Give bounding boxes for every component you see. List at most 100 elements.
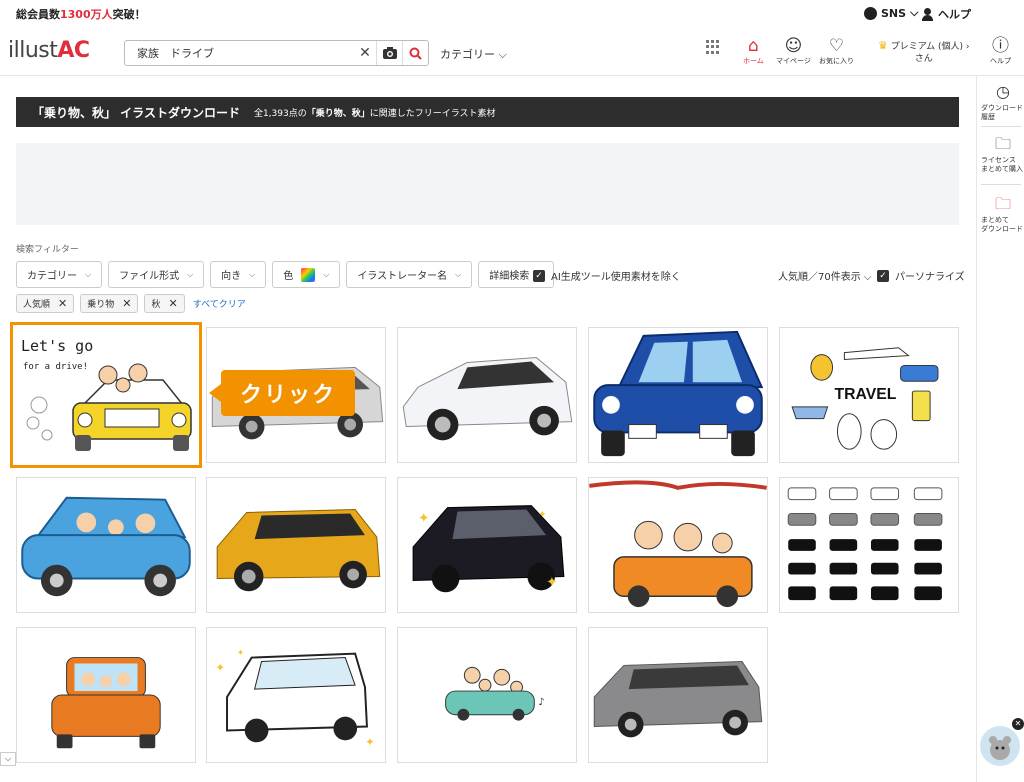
- chevron-down-icon: ⌵: [910, 6, 919, 19]
- checkbox-checked-icon: ✓: [877, 269, 889, 282]
- crown-icon: ♛: [878, 39, 888, 52]
- travel-collage-image: TRAVEL: [791, 347, 939, 450]
- page-title-banner: 「乗り物、秋」 イラストダウンロード 全1,393点の「乗り物、秋」に関連したフ…: [16, 97, 959, 127]
- illustration-tile-lets-go[interactable]: Let's go for a drive!: [10, 322, 202, 468]
- blue-family-car-image: [21, 496, 191, 597]
- personalize-checkbox[interactable]: ✓ パーソナライズ: [877, 268, 965, 283]
- illustration-tile-yellow-kei-car[interactable]: [206, 477, 386, 613]
- sort-select[interactable]: 人気順／70件表示 ⌵: [778, 268, 872, 283]
- filter-color[interactable]: 色 ⌵: [272, 261, 341, 288]
- illustration-tile-gray-minivan[interactable]: [588, 627, 768, 763]
- illustration-tile-travel[interactable]: TRAVEL: [779, 327, 959, 463]
- family-yellow-car-image: Let's go for a drive!: [21, 337, 192, 451]
- white-hatchback-image: [402, 357, 573, 441]
- history-icon: ◷: [996, 82, 1010, 101]
- white-minivan-line-image: ✦ ✦ ✦: [215, 649, 375, 750]
- svg-text:✦: ✦: [546, 574, 558, 590]
- active-filter-chips: 人気順 ✕ 乗り物 ✕ 秋 ✕ すべてクリア: [16, 294, 246, 313]
- sns-menu[interactable]: SNS ⌵: [864, 6, 918, 20]
- nav-mypage[interactable]: ☺ マイページ: [776, 36, 811, 66]
- car-icon-set-image: [787, 487, 943, 601]
- svg-text:✦: ✦: [418, 510, 430, 526]
- folder-plus-icon: 🗀: [994, 194, 1011, 213]
- illustration-tile-orange-family-car[interactable]: [16, 627, 196, 763]
- chevron-down-icon: ⌵: [187, 269, 194, 279]
- chevron-down-icon: ⌵: [863, 272, 872, 283]
- site-header: illustAC 家族 ドライブ ✕ カテゴリー ⌵ ⌂ ホーム ☺ マイページ…: [0, 28, 1024, 76]
- orange-family-car-image: [51, 657, 161, 749]
- grid-icon: [706, 40, 720, 54]
- color-swatch-icon: [301, 267, 316, 282]
- member-count-notice: 総会員数1300万人突破！: [16, 8, 146, 21]
- illustration-tile-family-drive-small[interactable]: ♪: [397, 627, 577, 763]
- search-input[interactable]: 家族 ドライブ: [125, 45, 354, 61]
- chip-popular[interactable]: 人気順 ✕: [16, 294, 75, 313]
- chip-autumn[interactable]: 秋 ✕: [144, 294, 185, 313]
- apps-menu[interactable]: [706, 36, 720, 54]
- chip-vehicle[interactable]: 乗り物 ✕: [80, 294, 139, 313]
- chat-bubble-icon: [864, 6, 877, 20]
- camera-icon[interactable]: [376, 41, 402, 65]
- yellow-kei-car-image: [216, 509, 381, 592]
- svg-text:✦: ✦: [237, 649, 245, 659]
- person-icon: [921, 7, 934, 21]
- result-description: 全1,393点の「乗り物、秋」に関連したフリーイラスト素材: [253, 108, 496, 119]
- close-icon[interactable]: ✕: [122, 297, 131, 310]
- bear-mascot-icon: [989, 736, 1011, 760]
- illustration-tile-blue-car[interactable]: [588, 327, 768, 463]
- family-green-car-image: ♪: [445, 666, 545, 721]
- logo[interactable]: illustAC: [8, 38, 90, 63]
- svg-text:Let's go: Let's go: [21, 337, 93, 355]
- svg-text:TRAVEL: TRAVEL: [835, 386, 897, 403]
- license-bulk-purchase[interactable]: 🗀 ライセンス まとめて購入: [981, 134, 1024, 174]
- svg-text:♪: ♪: [538, 697, 544, 708]
- blue-car-image: [593, 330, 764, 457]
- illustration-tile-blue-family-car[interactable]: [16, 477, 196, 613]
- clear-all-link[interactable]: すべてクリア: [193, 297, 246, 310]
- bulk-download[interactable]: 🗀 まとめて ダウンロード: [981, 194, 1024, 234]
- folder-license-icon: 🗀: [994, 134, 1011, 153]
- gray-minivan-image: [593, 660, 763, 738]
- filter-category[interactable]: カテゴリー ⌵: [16, 261, 103, 288]
- nav-help[interactable]: ⓘ ヘルプ: [990, 36, 1011, 66]
- chevron-down-icon: ⌵: [249, 269, 256, 279]
- help-link[interactable]: ヘルプ: [921, 6, 971, 22]
- filter-bar: カテゴリー⌵ ファイル形式⌵ 向き⌵ 色⌵ イラストレーター名⌵ 詳細検索⌵: [16, 261, 555, 288]
- close-icon[interactable]: ✕: [58, 297, 67, 310]
- nav-favorites[interactable]: ♡ お気に入り: [819, 36, 854, 66]
- nav-home[interactable]: ⌂ ホーム: [743, 36, 764, 66]
- scroll-down-button[interactable]: ⌵: [0, 752, 16, 766]
- autumn-family-car-image: [589, 480, 767, 608]
- illustration-tile-white-hatchback[interactable]: [397, 327, 577, 463]
- filter-orientation[interactable]: 向き ⌵: [210, 261, 267, 288]
- search-icon[interactable]: [402, 41, 428, 65]
- user-circle-icon: ☺: [784, 36, 803, 56]
- svg-text:✦: ✦: [215, 660, 225, 674]
- premium-account[interactable]: ♛ プレミアム (個人) › さん: [878, 40, 969, 65]
- illustration-tile-white-minivan[interactable]: ✦ ✦ ✦: [206, 627, 386, 763]
- filter-file-format[interactable]: ファイル形式 ⌵: [108, 261, 205, 288]
- illustration-tile-autumn-family[interactable]: [588, 477, 768, 613]
- question-icon: ⓘ: [992, 36, 1009, 56]
- filter-illustrator[interactable]: イラストレーター名 ⌵: [346, 261, 473, 288]
- ad-placeholder: [16, 143, 959, 225]
- clear-icon[interactable]: ✕: [354, 45, 376, 61]
- checkbox-checked-icon: ✓: [533, 269, 545, 282]
- mascot-chat-widget[interactable]: ✕: [980, 718, 1024, 766]
- right-rail: ◷ ダウンロード 履歴 🗀 ライセンス まとめて購入 🗀 まとめて ダウンロード: [976, 76, 1024, 782]
- illustration-tile-car-icons[interactable]: [779, 477, 959, 613]
- filter-label: 検索フィルター: [16, 245, 79, 255]
- chevron-down-icon: ⌵: [85, 269, 92, 279]
- divider: [981, 184, 1021, 185]
- home-icon: ⌂: [748, 36, 759, 56]
- chevron-down-icon: ⌵: [455, 269, 462, 279]
- chevron-down-icon: ⌵: [498, 48, 507, 61]
- svg-text:✦: ✦: [538, 509, 546, 520]
- category-menu[interactable]: カテゴリー ⌵: [440, 46, 507, 62]
- divider: [981, 126, 1021, 127]
- close-icon[interactable]: ✕: [1012, 718, 1024, 730]
- ai-exclude-checkbox[interactable]: ✓ AI生成ツール使用素材を除く: [533, 268, 681, 283]
- illustration-tile-black-suv[interactable]: ✦ ✦ ✦: [397, 477, 577, 613]
- close-icon[interactable]: ✕: [168, 297, 177, 310]
- download-history[interactable]: ◷ ダウンロード 履歴: [981, 82, 1024, 122]
